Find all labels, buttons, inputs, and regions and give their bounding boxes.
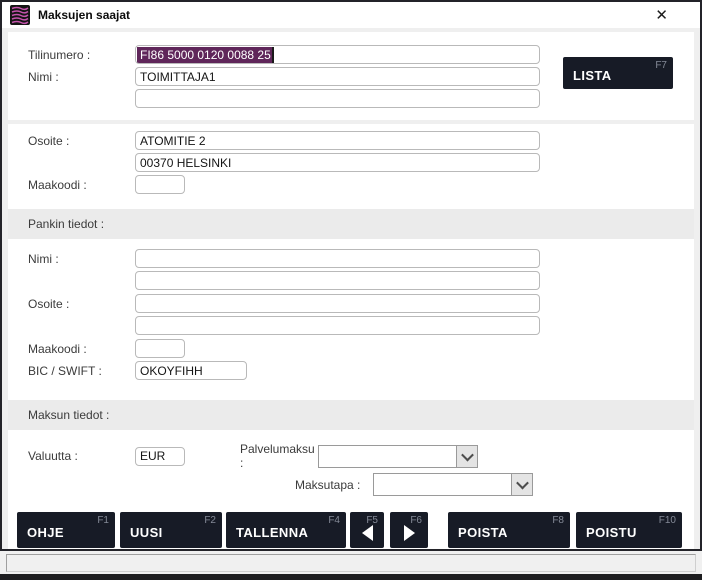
maksutapa-label: Maksutapa : [295, 478, 373, 492]
tilinumero-label: Tilinumero : [28, 48, 135, 62]
bank-osoite2-input[interactable] [135, 316, 540, 335]
lista-button-label: LISTA [573, 68, 612, 83]
bank-section: Nimi : Osoite : Maakoodi : [8, 239, 694, 400]
bic-label: BIC / SWIFT : [28, 364, 135, 378]
title-bar: Maksujen saajat ✕ [2, 2, 700, 28]
bank-nimi-label: Nimi : [28, 252, 135, 266]
dialog-body: Tilinumero : FI86 5000 0120 0088 25 Nimi… [2, 28, 700, 549]
osoite-label: Osoite : [28, 134, 135, 148]
next-record-button[interactable]: F6 [390, 512, 428, 548]
previous-record-button[interactable]: F5 [350, 512, 384, 548]
bic-row: BIC / SWIFT : [8, 361, 694, 380]
maksujen-saajat-dialog: Maksujen saajat ✕ Tilinumero : FI86 5000… [0, 0, 702, 551]
bank-maakoodi-row: Maakoodi : [8, 339, 694, 358]
poista-button[interactable]: F8 POISTA [448, 512, 570, 548]
tallenna-button-label: TALLENNA [236, 525, 308, 540]
osoite-row: Osoite : [8, 131, 694, 150]
poistu-fkey-label: F10 [659, 515, 676, 526]
maakoodi-input[interactable] [135, 175, 185, 194]
bank-osoite2-row [8, 316, 694, 335]
arrow-right-icon [404, 525, 415, 541]
app-logo-icon [10, 5, 30, 25]
close-icon[interactable]: ✕ [655, 8, 668, 23]
ohje-button-label: OHJE [27, 525, 64, 540]
poistu-button[interactable]: F10 POISTU [576, 512, 682, 548]
bic-input[interactable] [135, 361, 247, 380]
arrow-left-icon [362, 525, 373, 541]
palvelumaksu-dropdown-button[interactable] [456, 446, 477, 467]
maksutapa-value [374, 474, 511, 495]
uusi-button[interactable]: F2 UUSI [120, 512, 222, 548]
bank-section-header: Pankin tiedot : [8, 209, 694, 239]
maksutapa-select[interactable] [373, 473, 533, 496]
uusi-fkey-label: F2 [204, 515, 216, 526]
recipient-address-section: Osoite : Maakoodi : [8, 124, 694, 209]
poistu-button-label: POISTU [586, 525, 637, 540]
bank-nimi2-input[interactable] [135, 271, 540, 290]
nimi-input[interactable] [135, 67, 540, 86]
osoite2-input[interactable] [135, 153, 540, 172]
maksutapa-row: Maksutapa : [8, 473, 694, 496]
payment-section-header: Maksun tiedot : [8, 400, 694, 430]
bank-osoite1-input[interactable] [135, 294, 540, 313]
palvelumaksu-select[interactable] [318, 445, 478, 468]
status-message-area [6, 554, 696, 572]
payment-section: Valuutta : Palvelumaksu : Maksutapa : [8, 430, 694, 507]
bank-nimi-row: Nimi : [8, 249, 694, 268]
button-bar: F1 OHJE F2 UUSI F4 TALLENNA F5 F6 [8, 507, 694, 549]
recipient-section: Tilinumero : FI86 5000 0120 0088 25 Nimi… [8, 32, 694, 120]
tilinumero-selected-text: FI86 5000 0120 0088 25 [137, 47, 274, 63]
ohje-button[interactable]: F1 OHJE [17, 512, 115, 548]
tallenna-button[interactable]: F4 TALLENNA [226, 512, 346, 548]
valuutta-input[interactable] [135, 447, 185, 466]
poista-fkey-label: F8 [552, 515, 564, 526]
tilinumero-input[interactable]: FI86 5000 0120 0088 25 [135, 45, 540, 64]
bank-maakoodi-label: Maakoodi : [28, 342, 135, 356]
valuutta-label: Valuutta : [28, 449, 135, 463]
background-window-edge [0, 574, 702, 580]
next-fkey-label: F6 [410, 515, 422, 526]
tallenna-fkey-label: F4 [328, 515, 340, 526]
bank-maakoodi-input[interactable] [135, 339, 185, 358]
chevron-down-icon [516, 477, 529, 490]
bank-osoite-label: Osoite : [28, 297, 135, 311]
lista-fkey-label: F7 [655, 60, 667, 71]
poista-button-label: POISTA [458, 525, 508, 540]
bank-nimi2-row [8, 271, 694, 290]
lista-button[interactable]: F7 LISTA [563, 57, 673, 89]
uusi-button-label: UUSI [130, 525, 163, 540]
chevron-down-icon [461, 448, 474, 461]
nimi2-row [8, 89, 694, 108]
ohje-fkey-label: F1 [97, 515, 109, 526]
palvelumaksu-value [319, 446, 456, 467]
nimi-label: Nimi : [28, 70, 135, 84]
bank-nimi1-input[interactable] [135, 249, 540, 268]
maakoodi-row: Maakoodi : [8, 175, 694, 194]
bank-osoite-row: Osoite : [8, 294, 694, 313]
osoite1-input[interactable] [135, 131, 540, 150]
maksutapa-dropdown-button[interactable] [511, 474, 532, 495]
status-bar [0, 551, 702, 574]
window-title: Maksujen saajat [38, 8, 130, 22]
screen: Maksujen saajat ✕ Tilinumero : FI86 5000… [0, 0, 702, 580]
palvelumaksu-label: Palvelumaksu : [240, 442, 318, 470]
nimi2-input[interactable] [135, 89, 540, 108]
osoite2-row [8, 153, 694, 172]
valuutta-row: Valuutta : Palvelumaksu : [8, 442, 694, 470]
maakoodi-label: Maakoodi : [28, 178, 135, 192]
previous-fkey-label: F5 [366, 515, 378, 526]
